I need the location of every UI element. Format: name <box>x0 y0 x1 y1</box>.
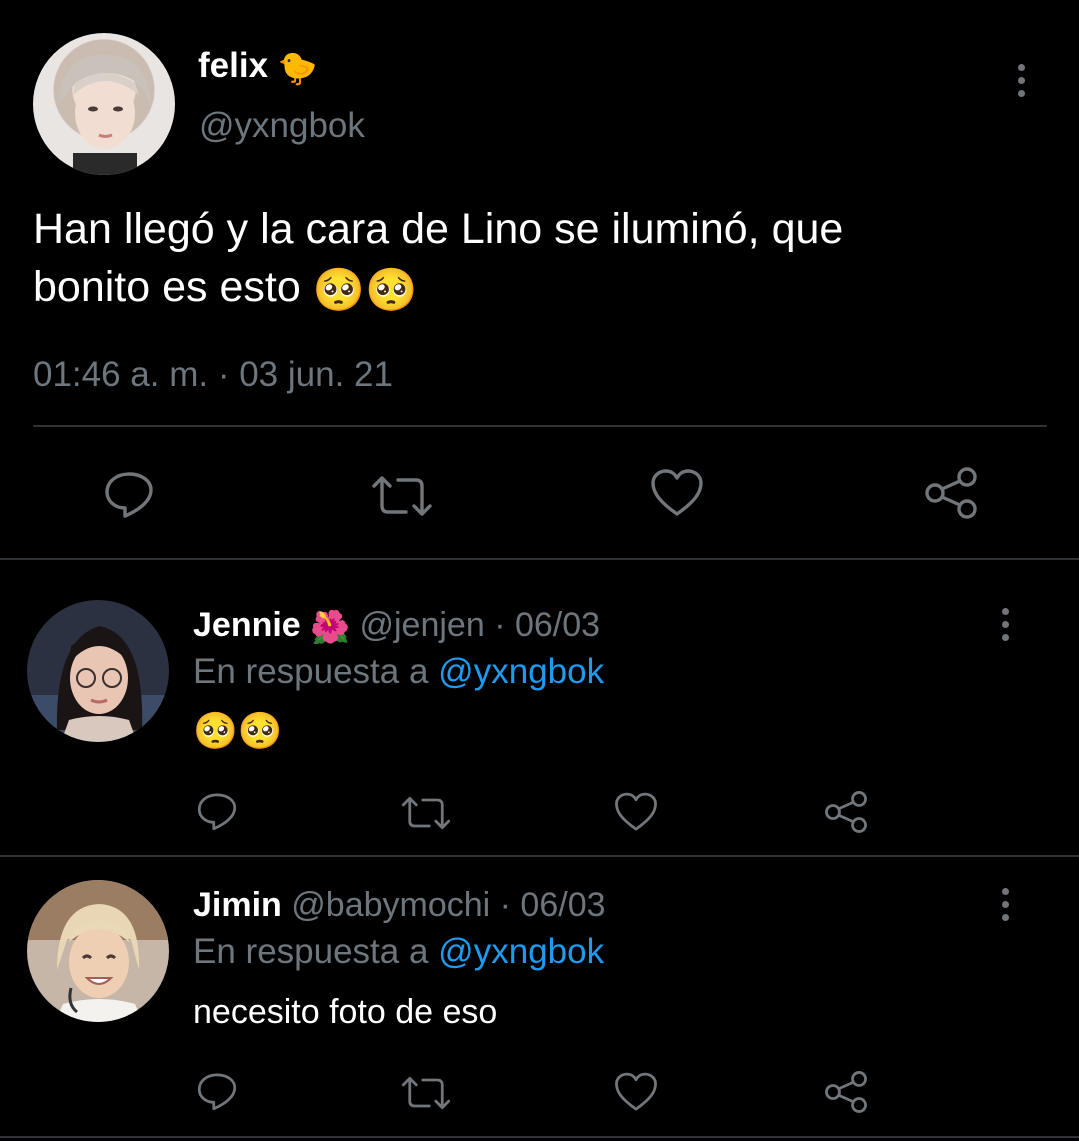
avatar[interactable] <box>33 33 175 175</box>
share-icon[interactable] <box>824 790 868 834</box>
reply-prefix: En respuesta a <box>193 932 429 971</box>
reply-text: 🥺🥺 <box>193 710 283 751</box>
reply-to-link[interactable]: @yxngbok <box>438 932 604 971</box>
display-name[interactable]: Jimin <box>193 886 282 924</box>
display-name[interactable]: Jennie <box>193 606 301 644</box>
tweet-divider <box>0 855 1079 857</box>
reply-date: · 06/03 <box>499 886 606 924</box>
avatar[interactable] <box>27 600 169 742</box>
display-name[interactable]: felix <box>198 46 268 85</box>
timestamp-divider <box>33 425 1047 427</box>
reply-context: En respuesta a @yxngbok <box>193 650 604 694</box>
reply-date: · 06/03 <box>494 606 601 644</box>
share-icon[interactable] <box>824 1070 868 1114</box>
reply-icon[interactable] <box>196 1071 238 1111</box>
tweet-divider <box>0 558 1079 560</box>
reply-text: necesito foto de eso <box>193 993 498 1031</box>
tweet-divider <box>0 1136 1079 1138</box>
user-handle[interactable]: @yxngbok <box>199 104 365 148</box>
share-icon[interactable] <box>924 466 978 520</box>
tweet-text: Han llegó y la cara de Lino se iluminó, … <box>33 200 1043 319</box>
retweet-icon[interactable] <box>370 474 434 518</box>
more-options-icon[interactable] <box>1002 608 1009 647</box>
reply-icon[interactable] <box>196 791 238 831</box>
timestamp[interactable]: 01:46 a. m. · 03 jun. 21 <box>33 352 393 398</box>
pleading-face-emoji-icon: 🥺🥺 <box>312 265 418 313</box>
retweet-icon[interactable] <box>400 1075 452 1111</box>
hibiscus-emoji-icon: 🌺 <box>310 609 351 646</box>
reply-context: En respuesta a @yxngbok <box>193 930 604 974</box>
reply-header: Jennie 🌺 @jenjen · 06/03 <box>193 603 600 649</box>
reply-to-link[interactable]: @yxngbok <box>438 652 604 691</box>
like-icon[interactable] <box>650 468 704 518</box>
tweet-text-line-1: Han llegó y la cara de Lino se iluminó, … <box>33 205 844 253</box>
like-icon[interactable] <box>614 1071 658 1113</box>
reply-header: Jimin @babymochi · 06/03 <box>193 883 606 927</box>
tweet-text-line-2: bonito es esto <box>33 263 301 311</box>
reply-prefix: En respuesta a <box>193 652 429 691</box>
more-options-icon[interactable] <box>1002 888 1009 927</box>
user-handle[interactable]: @jenjen <box>359 606 484 644</box>
chick-emoji-icon: 🐤 <box>277 49 318 86</box>
more-options-icon[interactable] <box>1018 64 1025 103</box>
reply-icon[interactable] <box>103 470 155 518</box>
retweet-icon[interactable] <box>400 795 452 831</box>
avatar[interactable] <box>27 880 169 1022</box>
like-icon[interactable] <box>614 791 658 833</box>
user-handle[interactable]: @babymochi <box>291 886 490 924</box>
